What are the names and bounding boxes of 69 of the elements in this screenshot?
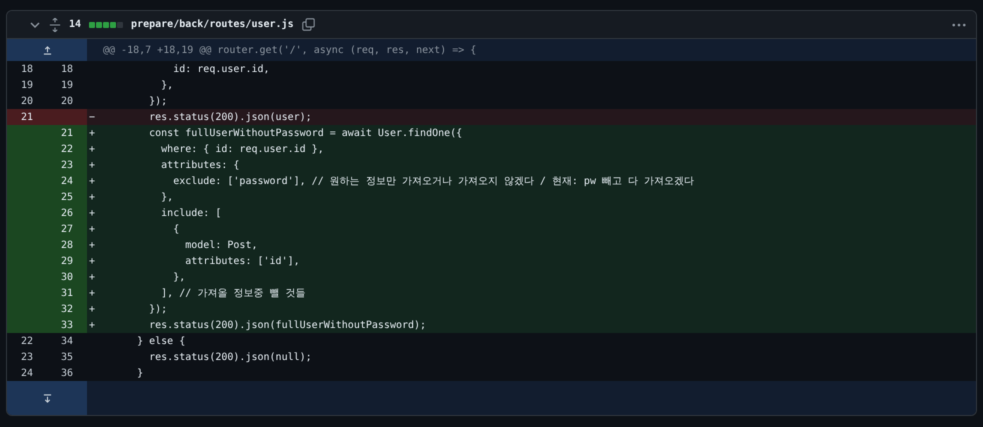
- diff-sign: +: [89, 256, 96, 266]
- more-options-icon[interactable]: [952, 22, 966, 26]
- line-number[interactable]: 19: [7, 77, 47, 93]
- diff-sign: −: [89, 112, 96, 122]
- diff-sign: +: [89, 320, 96, 330]
- code-line: }: [136, 368, 144, 378]
- code-line: {: [172, 224, 180, 234]
- line-number[interactable]: 23: [7, 349, 47, 365]
- line-number[interactable]: 31: [47, 285, 87, 301]
- line-number[interactable]: 36: [47, 365, 87, 381]
- line-number[interactable]: 35: [47, 349, 87, 365]
- code-line: id: req.user.id,: [172, 64, 270, 74]
- diff-sign: +: [89, 192, 96, 202]
- file-path[interactable]: prepare/back/routes/user.js: [131, 19, 294, 30]
- code-line: exclude: ['password'], // 원하는 정보만 가져오거나 가져오지 않겠다 / 현재: pw 빼고 다 가져오겠다: [172, 175, 694, 188]
- line-number[interactable]: 30: [47, 269, 87, 285]
- code-line: },: [160, 80, 174, 90]
- code-line: include: [: [160, 208, 222, 218]
- line-number[interactable]: 29: [47, 253, 87, 269]
- diff-sign: +: [89, 144, 96, 154]
- code-line: res.status(200).json(user);: [148, 112, 312, 122]
- gutter-cell: [47, 109, 87, 125]
- code-line: },: [172, 272, 186, 282]
- code-line: },: [160, 192, 174, 202]
- copy-icon[interactable]: [302, 18, 315, 31]
- code-line: res.status(200).json(null);: [148, 352, 312, 362]
- line-number[interactable]: 20: [7, 93, 47, 109]
- diff-sign: +: [89, 128, 96, 138]
- diff-sign: +: [89, 224, 96, 234]
- line-number[interactable]: 21: [47, 125, 87, 141]
- expand-down-icon[interactable]: [42, 394, 52, 402]
- code-line: where: { id: req.user.id },: [160, 144, 324, 154]
- expand-up-icon[interactable]: [42, 46, 52, 54]
- code-line: attributes: ['id'],: [184, 256, 300, 266]
- line-number[interactable]: 24: [7, 365, 47, 381]
- diff-sign: +: [89, 240, 96, 250]
- line-number[interactable]: 18: [47, 61, 87, 77]
- line-number[interactable]: 25: [47, 189, 87, 205]
- code-line: const fullUserWithoutPassword = await User.findOne({: [148, 128, 462, 138]
- line-number[interactable]: 24: [47, 173, 87, 189]
- line-number[interactable]: 26: [47, 205, 87, 221]
- hunk-header: @@ -18,7 +18,19 @@ router.get('/', async (req, res, next) => {: [102, 44, 476, 56]
- diff-sign: +: [89, 208, 96, 218]
- line-number[interactable]: 21: [7, 109, 47, 125]
- line-number[interactable]: 19: [47, 77, 87, 93]
- line-number[interactable]: 18: [7, 61, 47, 77]
- code-line: });: [148, 96, 168, 106]
- diff-sign: +: [89, 272, 96, 282]
- line-number[interactable]: 27: [47, 221, 87, 237]
- diff-sign: +: [89, 304, 96, 314]
- line-number[interactable]: 32: [47, 301, 87, 317]
- diff-sign: +: [89, 176, 96, 186]
- code-line: res.status(200).json(fullUserWithoutPassword);: [148, 320, 426, 330]
- line-number[interactable]: 23: [47, 157, 87, 173]
- diff-sign: +: [89, 288, 96, 298]
- code-line: ], // 가져올 정보중 뺄 것들: [160, 287, 306, 300]
- code-line: attributes: {: [160, 160, 240, 170]
- code-line: });: [148, 304, 168, 314]
- code-line: } else {: [136, 336, 186, 346]
- line-number[interactable]: 22: [47, 141, 87, 157]
- line-number[interactable]: 22: [7, 333, 47, 349]
- expand-all-icon[interactable]: [49, 18, 61, 32]
- line-number[interactable]: 34: [47, 333, 87, 349]
- line-number[interactable]: 33: [47, 317, 87, 333]
- code-line: model: Post,: [184, 240, 258, 250]
- change-count: 14: [69, 19, 82, 30]
- diff-sign: +: [89, 160, 96, 170]
- line-number[interactable]: 20: [47, 93, 87, 109]
- line-number[interactable]: 28: [47, 237, 87, 253]
